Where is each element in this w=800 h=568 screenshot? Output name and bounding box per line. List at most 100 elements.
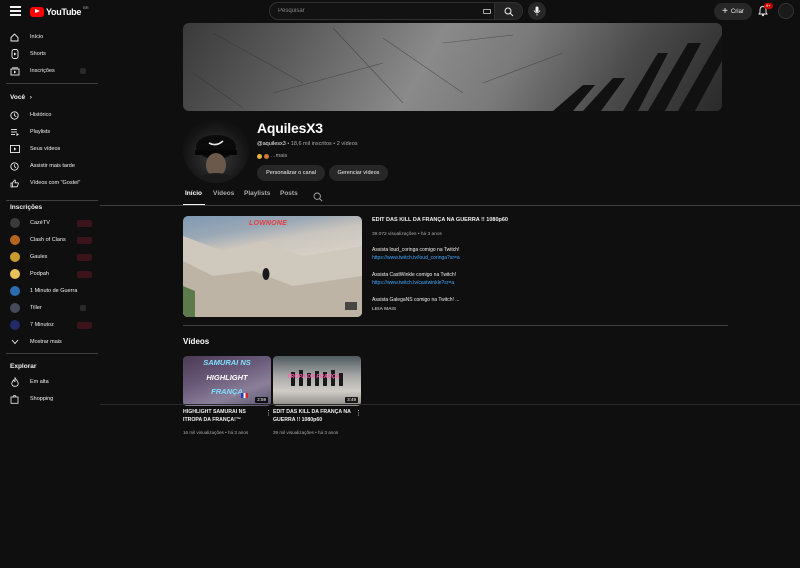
live-indicator — [77, 219, 92, 227]
live-indicator — [77, 270, 92, 278]
thumb-text: HIGHLIGHT — [206, 373, 248, 382]
tab-videos[interactable]: Vídeos — [213, 190, 234, 197]
live-indicator — [77, 253, 92, 261]
account-avatar[interactable] — [778, 3, 794, 19]
video-meta: 39 mil visualizações • há 3 anos — [273, 430, 339, 435]
tab-posts[interactable]: Posts — [280, 190, 298, 197]
sidebar-item-label: Histórico — [30, 112, 52, 118]
video-title[interactable]: HIGHLIGHT SAMURAI NS ITROPA DA FRANÇA!™ — [183, 409, 263, 424]
emoji-icon — [257, 153, 262, 159]
featured-desc-line: Assista loud_coringa comigo na Twitch! — [372, 247, 460, 253]
sidebar-item-label: Gaules — [30, 254, 48, 260]
sidebar-item-shopping[interactable]: Shopping — [0, 391, 96, 407]
top-bar: YouTube BR + Criar 9+ — [0, 0, 800, 24]
sidebar-item-history[interactable]: Histórico — [0, 107, 96, 123]
customize-channel-button[interactable]: Personalizar o canal — [257, 165, 325, 181]
watch-later-icon — [9, 161, 20, 172]
featured-desc-link[interactable]: https://www.twitch.tv/loud_coringa?sr=a — [372, 255, 460, 261]
sidebar-item-label: Mostrar mais — [30, 339, 62, 345]
video-thumbnail[interactable]: TROPA DA FRANÇA 3:49 — [273, 356, 361, 406]
channel-avatar — [9, 269, 20, 279]
sidebar-item-liked-videos[interactable]: Vídeos com "Gostei" — [0, 175, 96, 191]
featured-video-player[interactable]: LOWNONE — [183, 216, 362, 317]
logo-text: YouTube — [46, 6, 82, 17]
sidebar-channel-cazetv[interactable]: CazéTV — [0, 215, 96, 231]
read-more-link[interactable]: LEIA MAIS — [372, 307, 396, 312]
thumb-text: TROPA DA FRANÇA — [287, 374, 340, 380]
sidebar-item-subscriptions[interactable]: Inscrições — [0, 63, 96, 79]
manage-videos-button[interactable]: Gerenciar vídeos — [329, 165, 388, 181]
video-title[interactable]: EDIT DAS KILL DA FRANÇA NA GUERRA !! 108… — [273, 409, 353, 424]
sidebar-item-home[interactable]: Início — [0, 29, 96, 45]
video-meta: 16 mil visualizações • há 3 anos — [183, 430, 249, 435]
sidebar-item-label: Em alta — [30, 379, 49, 385]
emoji-icon — [264, 153, 269, 159]
channel-description[interactable]: ...mais — [257, 153, 287, 159]
create-button[interactable]: + Criar — [714, 3, 752, 20]
section-divider — [183, 325, 728, 326]
sidebar-channel-gaules[interactable]: Gaules — [0, 249, 96, 265]
channel-avatar-large[interactable] — [183, 117, 249, 183]
sidebar-item-watch-later[interactable]: Assistir mais tarde — [0, 158, 96, 174]
sidebar-item-playlists[interactable]: Playlists — [0, 124, 96, 140]
channel-avatar — [9, 252, 20, 262]
keyboard-icon[interactable] — [483, 9, 491, 14]
mic-icon — [533, 6, 541, 16]
shopping-icon — [9, 394, 20, 405]
france-flag-icon — [241, 393, 248, 398]
tab-playlists[interactable]: Playlists — [244, 190, 270, 197]
featured-video-stats: 39.072 visualizações • há 3 anos — [372, 232, 442, 237]
sidebar-explore-heading: Explorar — [10, 363, 36, 370]
channel-search-icon[interactable] — [313, 192, 323, 202]
more-options-icon[interactable]: ⋮ — [265, 409, 272, 417]
chevron-down-icon — [9, 337, 20, 348]
trending-icon — [9, 377, 20, 388]
chevron-right-icon: › — [29, 95, 32, 101]
videos-section-title[interactable]: Vídeos — [183, 337, 209, 346]
sidebar-channel-1-minuto-de-guerra[interactable]: 1 Minuto de Guerra — [0, 283, 96, 299]
sidebar-channel-tiller[interactable]: Tiller — [0, 300, 96, 316]
featured-video-title[interactable]: EDIT DAS KILL DA FRANÇA NA GUERRA !! 108… — [372, 217, 508, 223]
shorts-icon — [9, 49, 20, 60]
your-videos-icon — [9, 144, 20, 155]
sidebar-show-more[interactable]: Mostrar mais — [0, 334, 96, 350]
sidebar: Início Shorts Inscrições Você › Históric… — [0, 24, 100, 568]
channel-meta: @aquilesx3 • 18,6 mil inscritos • 2 víde… — [257, 141, 358, 147]
sidebar-item-label: 1 Minuto de Guerra — [30, 288, 78, 294]
voice-search-button[interactable] — [528, 2, 546, 20]
sidebar-channel-7-minutoz[interactable]: 7 Minutoz — [0, 317, 96, 333]
live-indicator — [77, 321, 92, 329]
like-icon — [9, 178, 20, 189]
notification-badge: 9+ — [764, 3, 773, 9]
search-box — [269, 2, 495, 20]
video-thumbnail[interactable]: SAMURAI NS HIGHLIGHT FRANÇA 2:59 — [183, 356, 271, 406]
sidebar-channel-clash-of-clans[interactable]: Clash of Clans — [0, 232, 96, 248]
menu-icon[interactable] — [10, 6, 21, 16]
featured-thumb-text: LOWNONE — [249, 220, 287, 227]
create-label: Criar — [730, 8, 744, 15]
youtube-logo[interactable]: YouTube BR — [30, 5, 89, 17]
sidebar-item-label: Início — [30, 34, 44, 40]
search-input[interactable] — [278, 3, 468, 19]
sidebar-item-trending[interactable]: Em alta — [0, 374, 96, 390]
customize-channel-label: Personalizar o canal — [266, 170, 316, 176]
sidebar-subscriptions-heading: Inscrições — [10, 204, 42, 211]
channel-avatar-art — [194, 135, 238, 183]
sidebar-item-your-videos[interactable]: Seus vídeos — [0, 141, 96, 157]
sidebar-item-label: Playlists — [30, 129, 51, 135]
history-icon — [9, 110, 20, 121]
sidebar-you-heading[interactable]: Você › — [10, 94, 32, 101]
sidebar-channel-podpah[interactable]: Podpah — [0, 266, 96, 282]
explore-heading-label: Explorar — [10, 363, 37, 370]
home-icon — [9, 32, 20, 43]
search-button[interactable] — [495, 2, 523, 20]
youtube-play-icon — [30, 6, 44, 17]
more-options-icon[interactable]: ⋮ — [355, 409, 362, 417]
channel-description-text: ...mais — [271, 153, 288, 159]
featured-desc-line: Assista GalegaNS comigo na Twitch! ... — [372, 297, 460, 303]
featured-desc-link[interactable]: https://www.twitch.tv/castwinkle?sr=a — [372, 280, 454, 286]
sidebar-item-label: Shopping — [30, 396, 54, 402]
sidebar-item-shorts[interactable]: Shorts — [0, 46, 96, 62]
tab-home[interactable]: Início — [185, 190, 202, 197]
channel-avatar — [9, 320, 20, 330]
